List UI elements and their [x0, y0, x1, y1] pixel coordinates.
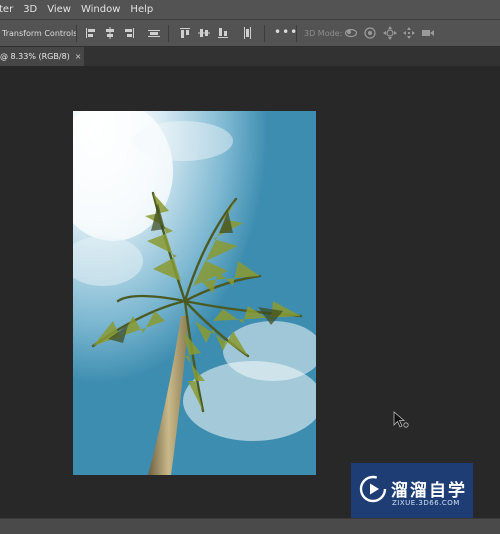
divider	[264, 25, 265, 42]
align-bottom-icon[interactable]	[216, 26, 230, 40]
menu-window[interactable]: Window	[76, 4, 125, 15]
menu-view[interactable]: View	[42, 4, 76, 15]
3d-mode-label: 3D Mode:	[304, 29, 343, 38]
document-tab-title: @ 8.33% (RGB/8)	[0, 52, 70, 61]
align-left-icon[interactable]	[84, 26, 98, 40]
transform-controls-checkbox-label[interactable]: Transform Controls	[2, 29, 77, 38]
align-right-icon[interactable]	[122, 26, 136, 40]
3d-slide-icon[interactable]	[402, 26, 416, 40]
align-vertical-center-icon[interactable]	[197, 26, 211, 40]
document-tab-bar: @ 8.33% (RGB/8) ×	[0, 47, 500, 66]
menu-filter[interactable]: ter	[0, 4, 18, 15]
3d-pan-icon[interactable]	[383, 26, 397, 40]
menu-bar: ter 3D View Window Help	[0, 0, 500, 19]
palm-tree-image	[73, 111, 316, 475]
divider	[76, 25, 77, 42]
canvas-area[interactable]	[0, 66, 500, 518]
divider	[296, 25, 297, 42]
document-tab[interactable]: @ 8.33% (RGB/8) ×	[0, 47, 84, 66]
menu-help[interactable]: Help	[125, 4, 158, 15]
watermark-brand-text: 溜溜自学	[391, 481, 467, 501]
palm-tree-photo[interactable]	[73, 111, 316, 475]
distribute-horizontal-icon[interactable]	[147, 26, 161, 40]
3d-roll-icon[interactable]	[363, 26, 377, 40]
align-horizontal-center-icon[interactable]	[103, 26, 117, 40]
options-bar: Transform Controls ••• 3D Mode:	[0, 19, 500, 47]
watermark-domain-text: ZIXUE.3D66.COM	[392, 499, 460, 507]
3d-orbit-icon[interactable]	[344, 26, 358, 40]
3d-scale-icon[interactable]	[421, 26, 435, 40]
align-top-icon[interactable]	[178, 26, 192, 40]
close-tab-button[interactable]: ×	[75, 52, 82, 61]
divider	[168, 25, 169, 42]
mouse-cursor-icon	[393, 411, 409, 428]
status-bar	[0, 518, 500, 534]
distribute-vertical-icon[interactable]	[240, 26, 254, 40]
watermark: 溜溜自学 ZIXUE.3D66.COM	[351, 463, 473, 518]
menu-3d[interactable]: 3D	[18, 4, 42, 15]
play-logo-icon	[359, 475, 387, 503]
more-options-button[interactable]: •••	[274, 25, 298, 39]
